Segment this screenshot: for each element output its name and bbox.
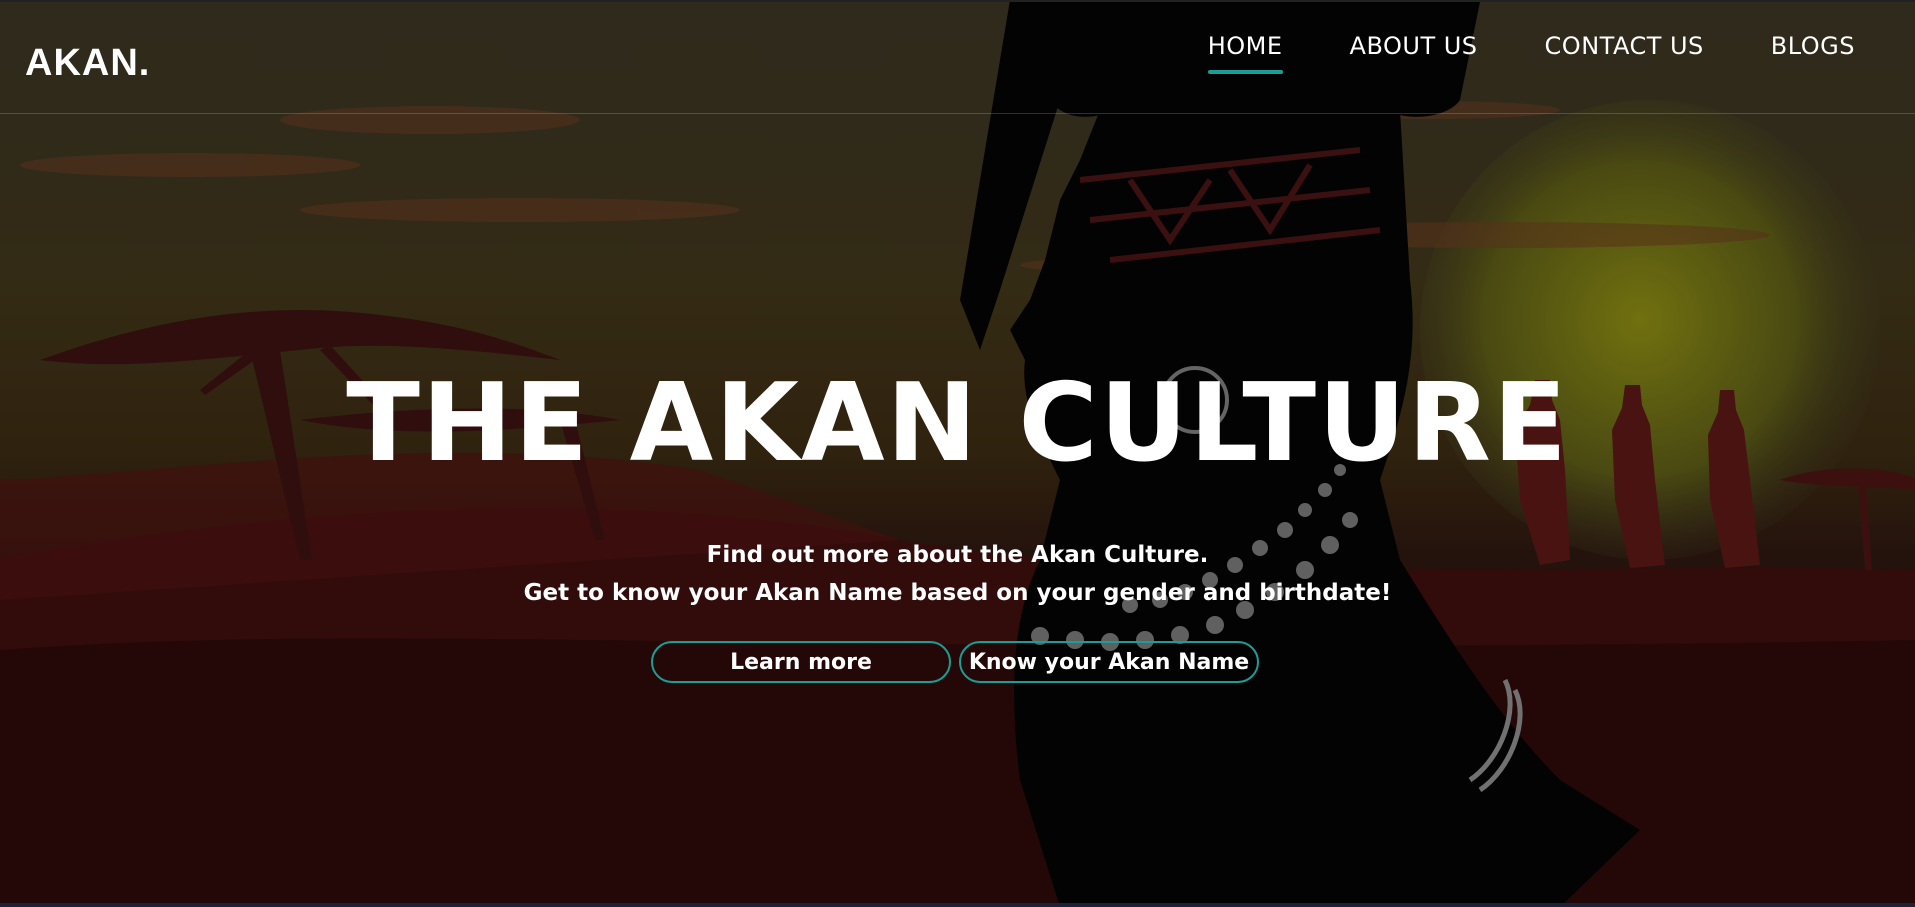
nav-item-home[interactable]: HOME — [1207, 32, 1283, 74]
main-nav: HOME ABOUT US CONTACT US BLOGS — [1141, 32, 1855, 74]
hero-section: AKAN. HOME ABOUT US CONTACT US BLOGS THE… — [0, 0, 1915, 907]
hero-subtitle-line1: Find out more about the Akan Culture. — [706, 542, 1209, 568]
top-navbar: AKAN. HOME ABOUT US CONTACT US BLOGS — [0, 0, 1915, 114]
hero-title: THE AKAN CULTURE — [346, 361, 1569, 486]
hero-subtitle-line2: Get to know your Akan Name based on your… — [523, 580, 1392, 606]
brand-logo[interactable]: AKAN. — [25, 42, 150, 85]
nav-item-contact-us[interactable]: CONTACT US — [1545, 32, 1704, 74]
nav-item-blogs[interactable]: BLOGS — [1771, 32, 1855, 74]
learn-more-button[interactable]: Learn more — [651, 641, 951, 683]
page-bottom-edge — [0, 903, 1915, 907]
know-akan-name-button[interactable]: Know your Akan Name — [959, 641, 1259, 683]
nav-item-about-us[interactable]: ABOUT US — [1350, 32, 1478, 74]
